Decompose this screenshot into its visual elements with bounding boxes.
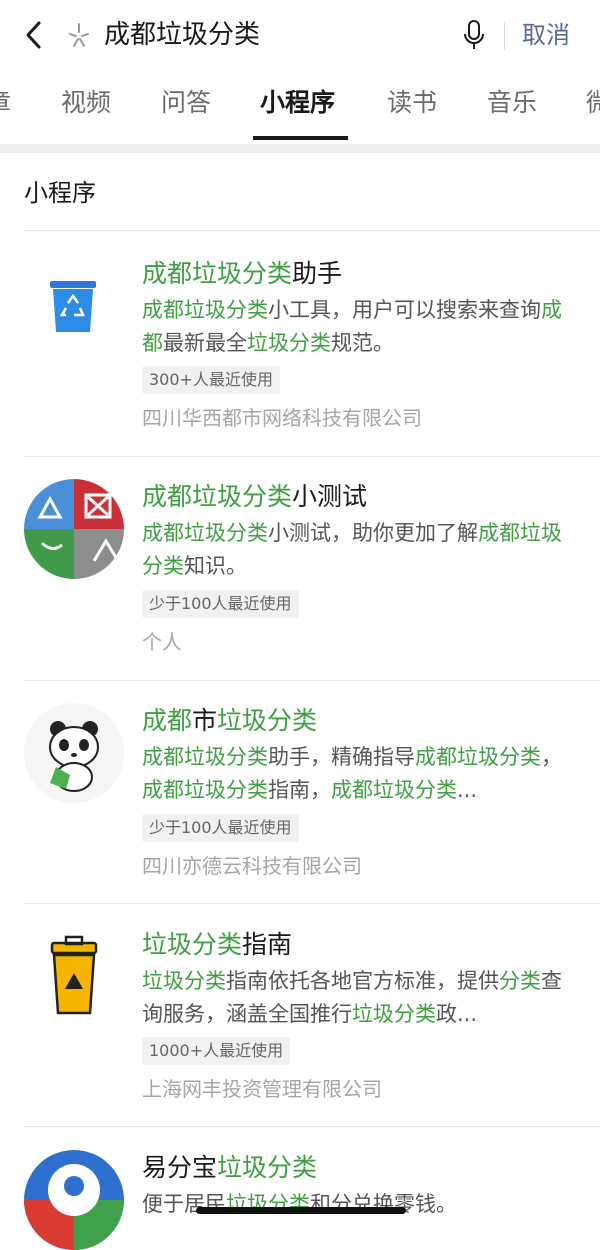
usage-badge: 300+人最近使用	[142, 366, 280, 394]
tab-qa[interactable]: 问答	[161, 86, 211, 120]
highlight-text: 垃圾分类	[217, 1153, 318, 1182]
text-span: 市	[192, 706, 218, 735]
active-tab-indicator	[253, 136, 348, 140]
tab-music[interactable]: 音乐	[487, 86, 537, 120]
section-title: 小程序	[24, 179, 96, 207]
developer-name: 四川华西都市网络科技有限公司	[142, 406, 422, 430]
blue-recycle-bin-icon	[50, 281, 96, 332]
microphone-icon[interactable]	[460, 18, 488, 52]
highlight-text: 成都垃圾分类	[331, 778, 457, 802]
result-description: 便于居民垃圾分类和分兑换零钱。	[142, 1188, 572, 1221]
text-span: ...	[457, 778, 478, 802]
result-title: 成都垃圾分类助手	[142, 256, 342, 292]
divider	[24, 456, 600, 457]
text-span: 最新最全	[163, 331, 247, 355]
result-title: 垃圾分类指南	[142, 927, 292, 963]
usage-badge: 少于100人最近使用	[142, 814, 299, 842]
highlight-text: 成都垃圾分类	[142, 259, 293, 288]
developer-name: 上海网丰投资管理有限公司	[142, 1077, 382, 1101]
divider	[24, 230, 600, 231]
tab-article[interactable]: 章	[0, 86, 11, 120]
highlight-text: 分类	[499, 969, 541, 993]
section-spacer	[0, 144, 600, 153]
developer-name: 四川亦德云科技有限公司	[142, 854, 362, 878]
result-description: 成都垃圾分类助手，精确指导成都垃圾分类， 成都垃圾分类指南，成都垃圾分类...	[142, 741, 572, 807]
tricolor-circle-logo-icon	[24, 1150, 124, 1250]
cancel-button[interactable]: 取消	[522, 16, 570, 54]
usage-badge: 少于100人最近使用	[142, 590, 299, 618]
text-span: 小工具，用户可以搜索来查询	[268, 298, 541, 322]
result-description: 成都垃圾分类小工具，用户可以搜索来查询成都最新最全垃圾分类规范。	[142, 294, 572, 360]
text-span: 指南，	[268, 778, 331, 802]
highlight-text: 垃圾分类	[142, 969, 226, 993]
text-span: 指南	[242, 930, 293, 959]
divider	[24, 680, 600, 681]
highlight-text: 成都垃圾分类	[415, 745, 541, 769]
result-description: 成都垃圾分类小测试，助你更加了解成都垃圾分类知识。	[142, 517, 572, 583]
search-bar: 成都垃圾分类 取消	[0, 0, 600, 70]
divider	[24, 903, 600, 904]
developer-name: 个人	[142, 630, 182, 654]
text-span: 助手，精确指导	[268, 745, 415, 769]
search-input[interactable]: 成都垃圾分类	[104, 16, 260, 54]
highlight-text: 垃圾分类	[217, 706, 318, 735]
home-indicator	[196, 1207, 406, 1214]
tab-books[interactable]: 读书	[387, 86, 437, 120]
highlight-text: 垃圾分类	[352, 1002, 436, 1026]
yellow-hazard-bin-icon	[50, 935, 98, 1015]
tab-more[interactable]: 微	[586, 86, 600, 120]
text-span: 易分宝	[142, 1153, 218, 1182]
text-span: 政...	[436, 1002, 478, 1026]
highlight-text: 垃圾分类	[142, 930, 243, 959]
divider	[504, 22, 505, 50]
back-chevron-icon[interactable]	[20, 18, 50, 52]
tab-mini-program[interactable]: 小程序	[260, 86, 335, 120]
highlight-text: 成都垃圾分类	[142, 778, 268, 802]
text-span: 知识。	[184, 554, 247, 578]
category-tabs: 章 视频 问答 小程序 读书 音乐 微	[0, 70, 600, 144]
tab-video[interactable]: 视频	[61, 86, 111, 120]
highlight-text: 成都垃圾分类	[142, 521, 268, 545]
text-span: 小测试，助你更加了解	[268, 521, 478, 545]
text-span: 指南依托各地官方标准，提供	[226, 969, 499, 993]
highlight-text: 成都垃圾分类	[142, 298, 268, 322]
result-title: 成都垃圾分类小测试	[142, 479, 367, 515]
text-span: 小测试	[292, 482, 368, 511]
weixin-search-icon	[69, 23, 89, 47]
highlight-text: 成都	[142, 706, 193, 735]
highlight-text: 垃圾分类	[247, 331, 331, 355]
text-span: 规范。	[331, 331, 394, 355]
usage-badge: 1000+人最近使用	[142, 1037, 291, 1065]
highlight-text: 成都垃圾分类	[142, 482, 293, 511]
result-description: 垃圾分类指南依托各地官方标准，提供分类查询服务，涵盖全国推行垃圾分类政...	[142, 965, 572, 1031]
four-color-recycle-icon	[24, 479, 124, 579]
result-title: 成都市垃圾分类	[142, 703, 317, 739]
highlight-text: 成都垃圾分类	[142, 745, 268, 769]
panda-mascot-icon	[24, 703, 124, 803]
text-span: 助手	[292, 259, 343, 288]
result-title: 易分宝垃圾分类	[142, 1150, 317, 1186]
divider	[24, 1126, 600, 1127]
text-span: ，	[541, 745, 562, 769]
